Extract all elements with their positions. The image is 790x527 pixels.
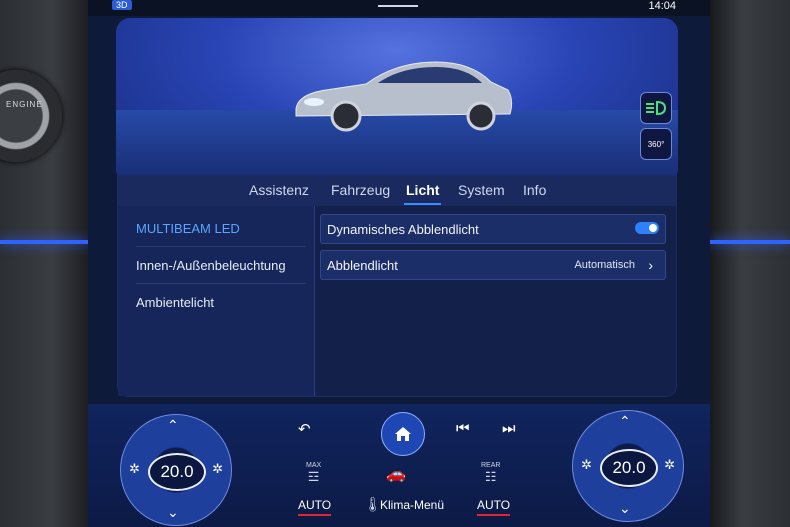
rear-defrost-glyph: ☷ [484, 469, 497, 484]
right-auto-button[interactable]: AUTO [477, 498, 511, 516]
tab-licht[interactable]: Licht [403, 182, 442, 205]
map-3d-badge[interactable]: 3D [112, 0, 132, 10]
left-temperature: 20.0 [148, 453, 206, 491]
climate-menu-button[interactable]: Klima-Menü [380, 498, 444, 512]
ambient-light-left [0, 240, 88, 244]
view-360-label: 360° [647, 139, 665, 149]
sidebar-item-innen-aussen-beleuchtung[interactable]: Innen-/Außenbeleuchtung [136, 247, 306, 284]
rear-label: REAR [481, 462, 501, 469]
fan-icon[interactable]: ✲ [129, 461, 140, 477]
settings-tabs: Assistenz Fahrzeug Licht System Info [118, 176, 676, 206]
dynamic-low-beam-label: Dynamisches Abblendlicht [327, 221, 479, 237]
status-clock: 14:04 [648, 0, 676, 12]
right-bezel [710, 0, 790, 527]
previous-track-button[interactable]: ⏮ [456, 420, 470, 437]
chevron-down-icon[interactable]: ⌄ [167, 504, 179, 521]
right-temperature: 20.0 [600, 449, 658, 487]
rear-defrost-icon[interactable]: REAR ☷ [481, 462, 500, 485]
left-temperature-dial[interactable]: ⌃ ✲ 20.0 ✲ ⌄ [120, 414, 232, 526]
car-climate-icon[interactable]: 🚗 [386, 464, 406, 484]
right-temperature-dial[interactable]: ⌃ ✲ 20.0 ✲ ⌄ [572, 410, 684, 522]
left-auto-button[interactable]: AUTO [298, 498, 332, 516]
sidebar-item-label: Ambientelicht [136, 294, 215, 310]
status-bar: 3D 14:04 [88, 0, 710, 16]
tab-assistenz[interactable]: Assistenz [249, 182, 309, 198]
home-icon [395, 427, 411, 441]
tab-system[interactable]: System [458, 182, 505, 198]
sidebar-item-label: MULTIBEAM LED [136, 220, 240, 236]
dynamic-low-beam-toggle[interactable] [635, 222, 659, 234]
low-beam-label: Abblendlicht [327, 257, 398, 273]
headlight-icon[interactable] [640, 92, 672, 124]
view-360-icon[interactable]: 360° [640, 128, 672, 160]
handle-bar[interactable] [378, 5, 418, 7]
home-button[interactable] [381, 412, 425, 456]
tab-info[interactable]: Info [523, 182, 546, 198]
fan-icon[interactable]: ✲ [664, 457, 675, 473]
car-illustration [295, 61, 513, 132]
settings-sidebar: MULTIBEAM LED Innen-/Außenbeleuchtung Am… [118, 206, 315, 396]
chevron-right-icon: › [648, 257, 653, 273]
low-beam-row[interactable]: Abblendlicht Automatisch › [320, 250, 666, 280]
next-track-button[interactable]: ⏭ [502, 420, 516, 437]
ambient-light-right [710, 240, 790, 244]
fan-icon[interactable]: ✲ [581, 457, 592, 473]
knob-label: ENGINE [6, 100, 43, 109]
chevron-down-icon[interactable]: ⌄ [619, 500, 631, 517]
headlight-glyph [646, 101, 667, 115]
settings-panel: Assistenz Fahrzeug Licht System Info MUL… [118, 176, 676, 396]
sidebar-item-multibeam-led[interactable]: MULTIBEAM LED [136, 210, 306, 247]
max-defrost-icon[interactable]: MAX ☲ [306, 462, 321, 485]
back-button[interactable]: ↶ [298, 420, 311, 438]
max-label: MAX [306, 462, 322, 469]
sidebar-item-ambientelicht[interactable]: Ambientelicht [136, 284, 306, 320]
sidebar-item-label: Innen-/Außenbeleuchtung [136, 257, 286, 273]
dynamic-low-beam-row[interactable]: Dynamisches Abblendlicht [320, 214, 666, 244]
defrost-glyph: ☲ [307, 469, 320, 484]
fan-icon[interactable]: ✲ [212, 461, 223, 477]
chevron-up-icon[interactable]: ⌃ [619, 413, 631, 430]
low-beam-value: Automatisch [574, 259, 635, 271]
infotainment-screen: 3D 14:04 360° Assistenz Fahrzeug Licht S… [88, 0, 710, 527]
vehicle-hero-image: 360° [116, 18, 678, 183]
chevron-up-icon[interactable]: ⌃ [167, 417, 179, 434]
tab-fahrzeug[interactable]: Fahrzeug [331, 182, 390, 198]
